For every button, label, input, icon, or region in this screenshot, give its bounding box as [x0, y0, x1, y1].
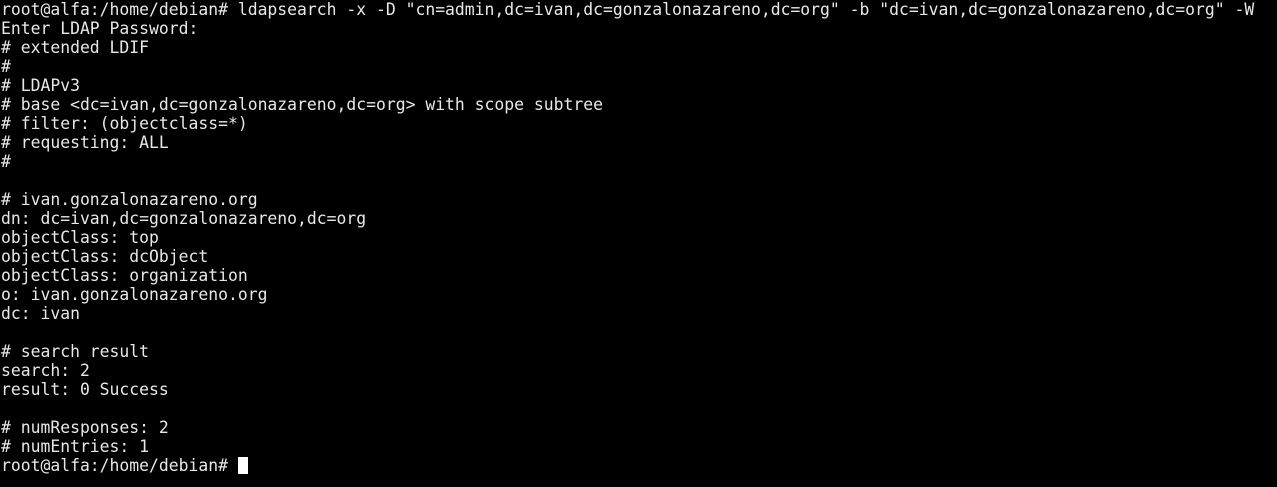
output-line: # extended LDIF [1, 38, 150, 57]
shell-prompt: root@alfa:/home/debian# [1, 456, 238, 475]
output-line: search: 2 [1, 361, 90, 380]
output-line: # search result [1, 342, 150, 361]
output-line: dn: dc=ivan,dc=gonzalonazareno,dc=org [1, 209, 367, 228]
output-line: # numResponses: 2 [1, 418, 169, 437]
output-line: # base <dc=ivan,dc=gonzalonazareno,dc=or… [1, 95, 603, 114]
terminal-window[interactable]: root@alfa:/home/debian# ldapsearch -x -D… [1, 0, 1277, 487]
output-line: objectClass: top [1, 228, 159, 247]
output-line: # requesting: ALL [1, 133, 169, 152]
password-prompt: Enter LDAP Password: [1, 19, 199, 38]
prompt-line[interactable]: root@alfa:/home/debian# [1, 456, 1277, 475]
command-line: root@alfa:/home/debian# ldapsearch -x -D… [1, 0, 1255, 19]
output-line: # [1, 152, 11, 171]
output-line: objectClass: dcObject [1, 247, 209, 266]
output-line: objectClass: organization [1, 266, 248, 285]
output-line: # [1, 57, 11, 76]
output-line: # ivan.gonzalonazareno.org [1, 190, 258, 209]
output-line: o: ivan.gonzalonazareno.org [1, 285, 268, 304]
output-line: result: 0 Success [1, 380, 169, 399]
output-line: # numEntries: 1 [1, 437, 150, 456]
text-cursor [237, 457, 248, 474]
output-line: # LDAPv3 [1, 76, 80, 95]
output-line: dc: ivan [1, 304, 80, 323]
output-line: # filter: (objectclass=*) [1, 114, 248, 133]
